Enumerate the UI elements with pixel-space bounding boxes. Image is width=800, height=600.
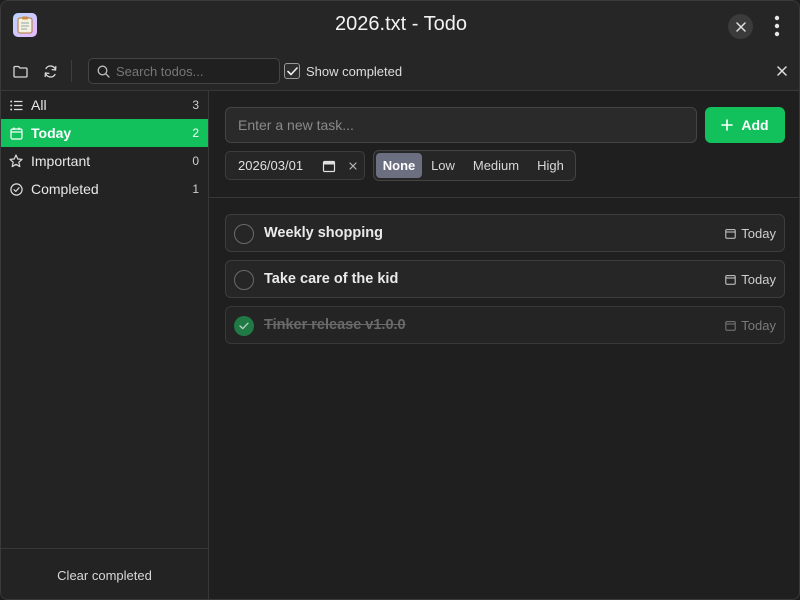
checkmark-icon: [286, 66, 298, 75]
close-panel-button[interactable]: [773, 62, 791, 80]
todo-due-label: Today: [741, 272, 776, 287]
show-completed-toggle[interactable]: Show completed: [284, 62, 402, 80]
checkmark-icon: [239, 322, 249, 330]
list-icon: [9, 98, 23, 112]
todo-item[interactable]: Weekly shopping Today: [225, 214, 785, 252]
sidebar-item-count: 2: [192, 126, 199, 140]
refresh-button[interactable]: [40, 61, 60, 81]
toolbar: Show completed: [1, 51, 799, 91]
kebab-menu-icon: [774, 15, 780, 37]
todo-due: Today: [725, 318, 776, 333]
show-completed-label: Show completed: [306, 63, 403, 79]
sidebar-item-all[interactable]: All 3: [1, 91, 208, 119]
todo-checkbox[interactable]: [234, 270, 254, 290]
todo-checkbox[interactable]: [234, 224, 254, 244]
todo-checkbox[interactable]: [234, 316, 254, 336]
show-completed-checkbox[interactable]: [284, 63, 300, 79]
star-icon: [9, 154, 23, 168]
sidebar-item-count: 1: [192, 182, 199, 196]
window-title: 2026.txt - Todo: [335, 13, 467, 35]
calendar-icon: [725, 321, 736, 331]
due-date-field[interactable]: 2026/03/01: [225, 151, 365, 180]
search-box[interactable]: [88, 58, 280, 84]
sidebar-item-today[interactable]: Today 2: [1, 119, 208, 147]
main-panel: Add 2026/03/01 None Low Medium High We: [209, 91, 799, 599]
todo-due-label: Today: [741, 226, 776, 241]
sidebar-item-label: Completed: [31, 181, 99, 197]
search-icon: [97, 65, 110, 78]
toolbar-divider: [71, 60, 72, 82]
window-close-button[interactable]: [728, 14, 753, 39]
todo-due: Today: [725, 226, 776, 241]
refresh-icon: [44, 64, 56, 78]
todo-item[interactable]: Take care of the kid Today: [225, 260, 785, 298]
sidebar-item-important[interactable]: Important 0: [1, 147, 208, 175]
todo-due-label: Today: [741, 318, 776, 333]
folder-icon: [12, 65, 28, 78]
add-task-button[interactable]: Add: [705, 107, 785, 143]
plus-icon: [721, 119, 734, 131]
priority-high-button[interactable]: High: [528, 153, 573, 178]
sidebar-item-label: Today: [31, 125, 72, 141]
sidebar-item-label: Important: [31, 153, 91, 169]
priority-none-button[interactable]: None: [376, 153, 422, 178]
todo-title: Tinker release v1.0.0: [264, 317, 406, 333]
new-task-input[interactable]: [225, 107, 697, 143]
todo-title: Take care of the kid: [264, 271, 399, 287]
calendar-icon: [9, 126, 23, 140]
divider: [209, 197, 799, 198]
search-input[interactable]: [116, 63, 266, 79]
due-date-value: 2026/03/01: [238, 158, 304, 173]
todo-title: Weekly shopping: [264, 225, 383, 241]
close-icon: [349, 162, 357, 170]
app-window: 2026.txt - Todo Search todos... Show com…: [0, 0, 800, 600]
priority-selector: None Low Medium High: [373, 150, 576, 181]
clear-date-button[interactable]: [347, 159, 359, 173]
calendar-picker-icon[interactable]: [322, 159, 336, 173]
clear-completed-button[interactable]: Clear completed: [1, 548, 208, 599]
check-circle-icon: [9, 182, 23, 196]
priority-low-button[interactable]: Low: [422, 153, 464, 178]
sidebar-item-label: All: [31, 97, 47, 113]
open-folder-button[interactable]: [10, 61, 30, 81]
sidebar-item-completed[interactable]: Completed 1: [1, 175, 208, 203]
sidebar: All 3 Today 2 Important 0 Completed 1 Cl…: [1, 91, 209, 599]
todo-due: Today: [725, 272, 776, 287]
add-button-label: Add: [741, 117, 769, 133]
priority-medium-button[interactable]: Medium: [464, 153, 528, 178]
calendar-icon: [725, 275, 736, 285]
calendar-icon: [725, 229, 736, 239]
close-icon: [777, 66, 787, 76]
title-bar: 2026.txt - Todo: [1, 1, 799, 51]
sidebar-item-count: 3: [192, 98, 199, 112]
sidebar-item-count: 0: [192, 154, 199, 168]
todo-item[interactable]: Tinker release v1.0.0 Today: [225, 306, 785, 344]
close-icon: [735, 21, 746, 32]
more-menu-button[interactable]: [767, 13, 787, 39]
